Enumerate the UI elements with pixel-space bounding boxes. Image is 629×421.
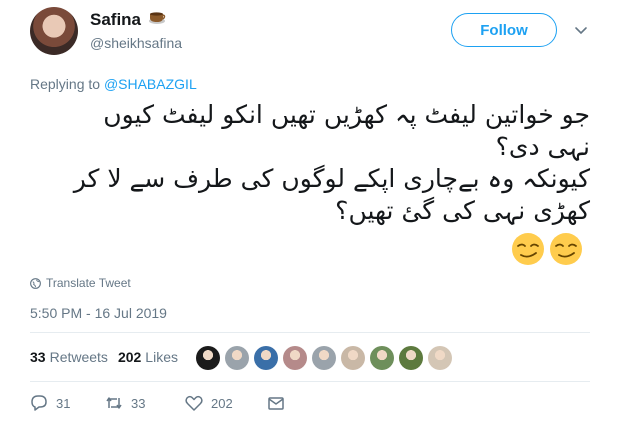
reply-action[interactable]: 31 <box>30 394 105 412</box>
retweet-icon <box>106 397 122 409</box>
likes-stat[interactable]: 202 Likes <box>118 349 178 365</box>
tweet-line: کھڑی نہی کی گئ تھیں؟ <box>335 196 590 225</box>
replying-prefix: Replying to <box>30 76 101 92</box>
liker-avatar[interactable] <box>341 346 365 370</box>
tweet-line: جو خواتین لیفٹ پہ کھڑیں تھیں انکو لیفٹ ک… <box>103 100 590 129</box>
divider <box>30 332 590 333</box>
liker-avatar[interactable] <box>283 346 307 370</box>
retweet-action[interactable]: 33 <box>105 394 185 412</box>
reply-count: 31 <box>56 395 71 411</box>
likes-count: 202 <box>117 349 142 365</box>
tweet-text: جو خواتین لیفٹ پہ کھڑیں تھیں انکو لیفٹ ک… <box>30 99 590 227</box>
smirk-emoji-icon <box>550 233 582 265</box>
like-count: 202 <box>211 395 233 411</box>
avatar[interactable] <box>30 7 78 55</box>
retweets-stat[interactable]: 33 Retweets <box>30 349 108 365</box>
tweet-line: نہی دی؟ <box>495 132 590 161</box>
liker-avatar[interactable] <box>225 346 249 370</box>
tweet-actions: 31 33 202 <box>30 394 285 412</box>
retweets-label: Retweets <box>49 349 108 365</box>
liker-avatar[interactable] <box>370 346 394 370</box>
teacup-emoji-icon <box>149 12 166 24</box>
follow-button[interactable]: Follow <box>451 13 557 47</box>
tweet-emojis <box>511 232 583 266</box>
mention-link[interactable]: @SHABAZGIL <box>104 76 197 92</box>
chevron-down-icon[interactable] <box>574 24 588 38</box>
smirk-emoji-icon <box>512 233 544 265</box>
replying-to: Replying to @SHABAZGIL <box>30 76 197 92</box>
tweet-line: کیونکہ وہ بےچاری اپکے لوگوں کی طرف سے لا… <box>73 164 590 193</box>
reply-icon <box>31 395 47 411</box>
divider <box>30 381 590 382</box>
translate-label[interactable]: Translate Tweet <box>46 276 131 290</box>
liker-avatar[interactable] <box>428 346 452 370</box>
liker-avatar[interactable] <box>312 346 336 370</box>
translate-tweet-link[interactable]: Translate Tweet <box>30 276 131 290</box>
envelope-icon <box>268 397 284 410</box>
tweet-timestamp[interactable]: 5:50 PM - 16 Jul 2019 <box>30 305 167 321</box>
globe-icon <box>30 277 41 289</box>
direct-message-action[interactable] <box>267 394 285 412</box>
retweets-count: 33 <box>30 349 46 365</box>
liker-avatar[interactable] <box>254 346 278 370</box>
display-name[interactable]: Safina <box>90 10 141 30</box>
liker-avatars <box>196 346 452 370</box>
user-handle[interactable]: @sheikhsafina <box>90 35 182 51</box>
likes-label: Likes <box>145 349 178 365</box>
heart-icon <box>185 395 203 411</box>
liker-avatar[interactable] <box>399 346 423 370</box>
tweet-stats: 33 Retweets 202 Likes <box>30 349 178 365</box>
retweet-count: 33 <box>131 395 146 411</box>
liker-avatar[interactable] <box>196 346 220 370</box>
like-action[interactable]: 202 <box>185 394 267 412</box>
